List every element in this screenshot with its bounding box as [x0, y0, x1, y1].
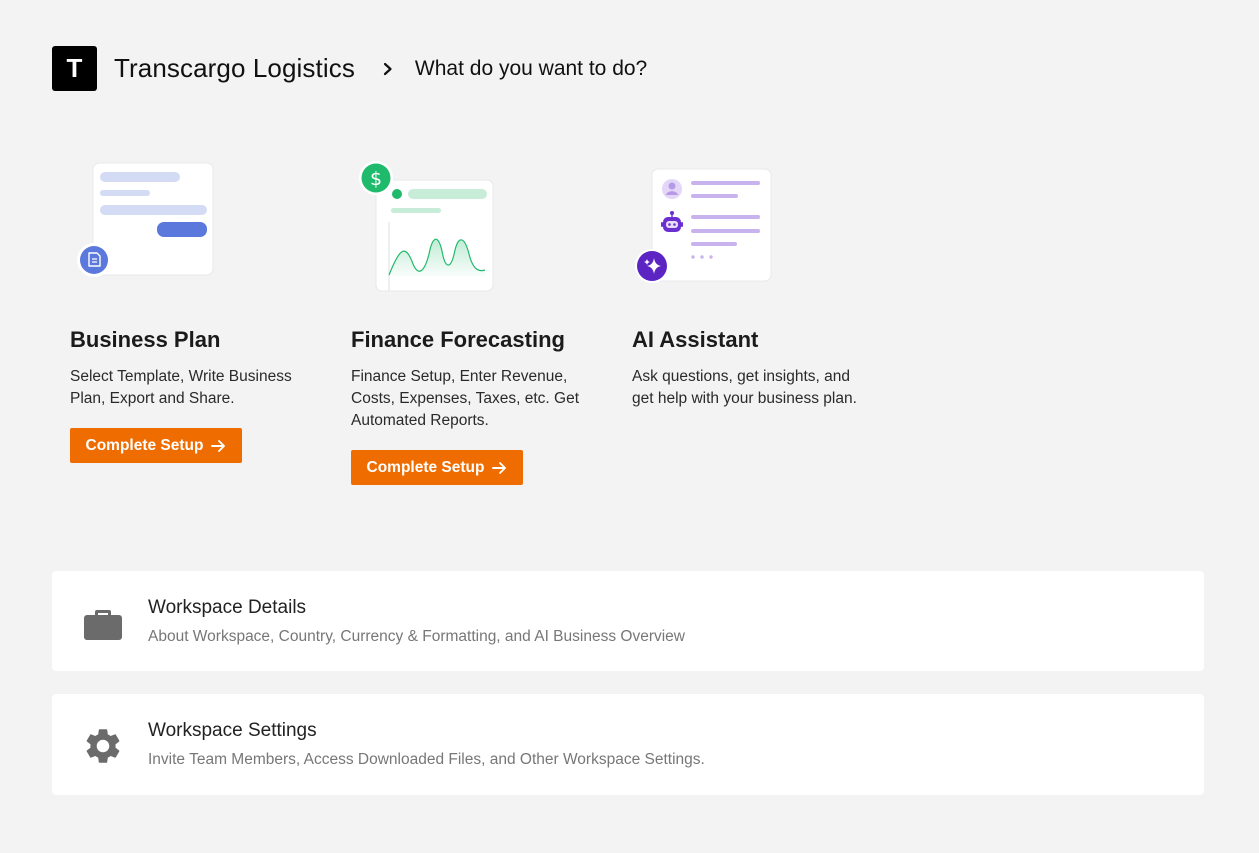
workspace-settings-description: Invite Team Members, Access Downloaded F… — [148, 751, 705, 768]
workspace-settings-row[interactable]: Workspace Settings Invite Team Members, … — [52, 694, 1204, 795]
logo-letter: T — [66, 53, 83, 83]
ai-assistant-card: AI Assistant Ask questions, get insights… — [614, 150, 857, 407]
document-illustration-icon — [77, 162, 214, 277]
button-label: Complete Setup — [85, 436, 204, 454]
ai-assistant-description: Ask questions, get insights, and get hel… — [632, 368, 857, 407]
business-plan-illustration — [52, 150, 292, 300]
finance-forecasting-illustration: $ — [333, 150, 573, 300]
workspace-settings-title: Workspace Settings — [148, 720, 317, 741]
chat-illustration-icon — [635, 168, 772, 283]
company-name[interactable]: Transcargo Logistics — [114, 53, 355, 84]
page-title: What do you want to do? — [414, 56, 648, 80]
business-plan-description: Select Template, Write Business Plan, Ex… — [70, 368, 292, 407]
arrow-right-icon — [211, 439, 226, 452]
workspace-details-row[interactable]: Workspace Details About Workspace, Count… — [52, 571, 1204, 671]
business-plan-card: Business Plan Select Template, Write Bus… — [52, 150, 292, 463]
workspace-details-description: About Workspace, Country, Currency & For… — [148, 628, 685, 645]
chevron-right-icon — [383, 62, 392, 75]
ai-assistant-title: AI Assistant — [632, 327, 759, 352]
briefcase-icon — [84, 610, 122, 640]
button-label: Complete Setup — [366, 458, 485, 476]
gear-icon — [86, 729, 120, 763]
header: T Transcargo Logistics What do you want … — [52, 46, 647, 91]
finance-forecasting-title: Finance Forecasting — [351, 327, 565, 352]
finance-forecasting-complete-setup-button[interactable]: Complete Setup — [351, 450, 523, 485]
finance-forecasting-description: Finance Setup, Enter Revenue, Costs, Exp… — [351, 368, 580, 429]
arrow-right-icon — [492, 461, 507, 474]
business-plan-complete-setup-button[interactable]: Complete Setup — [70, 428, 242, 463]
ai-assistant-illustration — [614, 150, 854, 300]
chart-illustration-icon: $ — [359, 161, 494, 292]
workspace-details-title: Workspace Details — [148, 597, 307, 618]
svg-text:$: $ — [370, 168, 382, 190]
finance-forecasting-card: $ Finance Forecasting Finance Setup, Ent… — [333, 150, 579, 485]
workspace-logo[interactable]: T — [52, 46, 97, 91]
business-plan-title: Business Plan — [70, 327, 221, 352]
